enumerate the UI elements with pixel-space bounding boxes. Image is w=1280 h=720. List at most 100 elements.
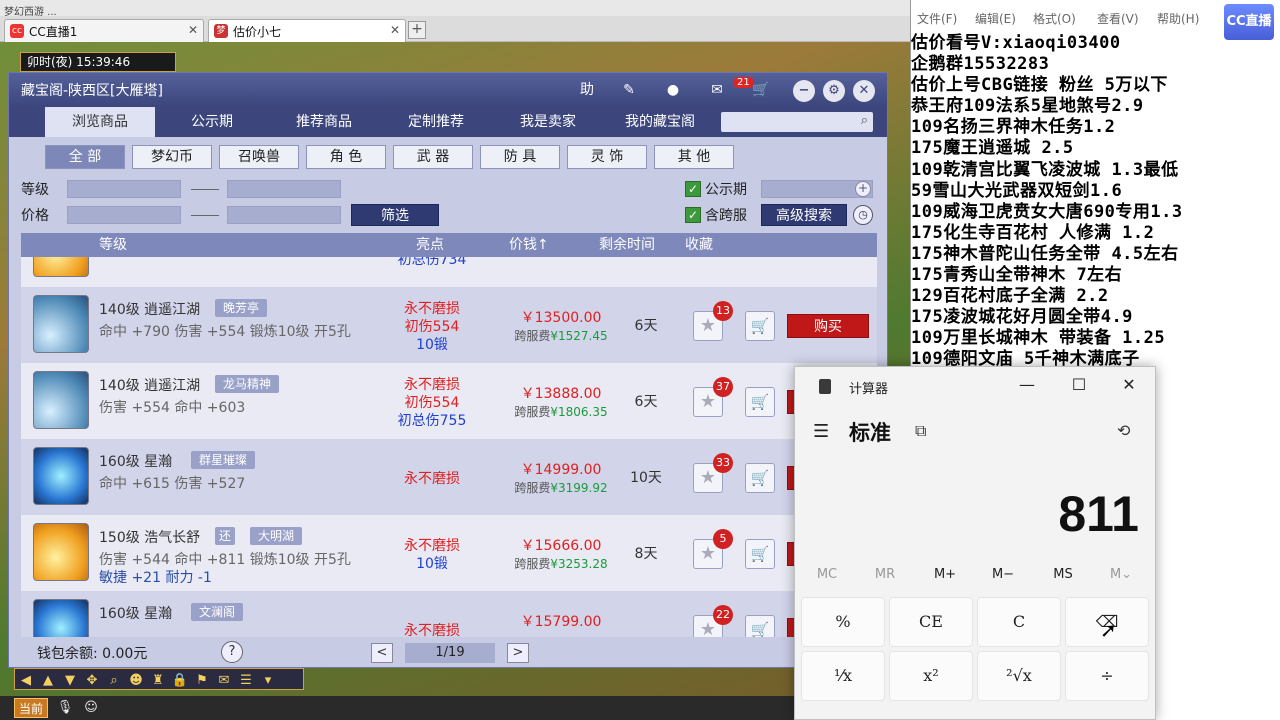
item-thumbnail[interactable] (33, 257, 89, 277)
sqrt-key[interactable]: ²√x (977, 651, 1061, 701)
cat-other[interactable]: 其 他 (654, 145, 734, 169)
flag-icon[interactable]: ⚑ (191, 671, 213, 691)
cart-icon[interactable]: 🛒 (745, 311, 775, 341)
item-thumbnail[interactable] (33, 295, 89, 353)
minimize-icon[interactable]: — (1015, 373, 1039, 397)
price-min-input[interactable] (67, 206, 181, 224)
reciprocal-key[interactable]: ¹⁄x (801, 651, 885, 701)
close-button[interactable]: ✕ (853, 80, 875, 102)
cross-server-checkbox[interactable]: ✓ (685, 207, 701, 223)
percent-key[interactable]: % (801, 597, 885, 647)
current-channel[interactable]: 当前 (14, 698, 49, 718)
list-icon[interactable]: ☰ (235, 671, 257, 691)
tab-public[interactable]: 公示期 (157, 107, 267, 137)
memory-list-button[interactable]: M⌄ (1091, 567, 1151, 582)
cat-all[interactable]: 全 部 (45, 145, 125, 169)
search-input[interactable]: ⌕ (721, 112, 873, 132)
edit-icon[interactable]: ✎ (617, 79, 641, 101)
menu-edit[interactable]: 编辑(E) (975, 10, 1016, 27)
clock-icon[interactable]: ◷ (853, 205, 873, 225)
tab-seller[interactable]: 我是卖家 (493, 107, 603, 137)
table-row[interactable]: 160级 星瀚 文澜阁 永不磨损 ￥15799.00 ★ 22 🛒 (21, 591, 877, 637)
memory-clear-button[interactable]: MC (797, 567, 857, 582)
emoji-icon[interactable]: ☺ (80, 698, 102, 718)
arrow-left-icon[interactable]: ◀ (15, 671, 37, 691)
cart-icon[interactable]: 🛒 (745, 615, 775, 637)
menu-view[interactable]: 查看(V) (1097, 10, 1139, 27)
keep-on-top-icon[interactable]: ⧉ (915, 421, 926, 441)
close-icon[interactable]: ✕ (390, 23, 400, 37)
memory-recall-button[interactable]: MR (855, 567, 915, 582)
cart-icon[interactable]: 🛒 (749, 79, 773, 101)
cat-pets[interactable]: 召唤兽 (219, 145, 299, 169)
col-price[interactable]: 价钱↑ (509, 233, 549, 257)
clear-entry-key[interactable]: CE (889, 597, 973, 647)
arrow-up-icon[interactable]: ▲ (37, 671, 59, 691)
move-icon[interactable]: ✥ (81, 671, 103, 691)
clear-key[interactable]: C (977, 597, 1061, 647)
tab-custom[interactable]: 定制推荐 (381, 107, 491, 137)
menu-file[interactable]: 文件(F) (917, 10, 957, 27)
square-key[interactable]: x² (889, 651, 973, 701)
menu-help[interactable]: 帮助(H) (1157, 10, 1199, 27)
help-button[interactable]: 助 (575, 79, 599, 101)
filter-button[interactable]: 筛选 (351, 204, 439, 226)
cart-icon[interactable]: 🛒 (745, 387, 775, 417)
tab-my-cbg[interactable]: 我的藏宝阁 (605, 107, 715, 137)
item-thumbnail[interactable] (33, 371, 89, 429)
close-icon[interactable]: ✕ (1117, 373, 1141, 397)
cart-icon[interactable]: 🛒 (745, 463, 775, 493)
table-row[interactable]: 伤害 +559 命中 +600 锻炼3级初伤589初总伤734跨服费¥3039.… (21, 257, 877, 287)
history-icon[interactable]: ⟲ (1117, 421, 1130, 440)
close-icon[interactable]: ✕ (188, 23, 198, 37)
tab-cc-live[interactable]: cc CC直播1 ✕ (4, 19, 204, 42)
advanced-search-button[interactable]: 高级搜索 (761, 204, 847, 226)
help-icon[interactable]: ? (221, 641, 243, 663)
more-icon[interactable]: ▾ (257, 671, 279, 691)
prev-page-button[interactable]: < (371, 643, 393, 663)
table-row[interactable]: 150级 浩气长舒还大明湖 伤害 +544 命中 +811 锻炼10级 开5孔 敏捷… (21, 515, 877, 591)
next-page-button[interactable]: > (507, 643, 529, 663)
level-min-input[interactable] (67, 180, 181, 198)
item-thumbnail[interactable] (33, 599, 89, 637)
buy-button[interactable]: 购买 (787, 314, 869, 338)
col-remaining[interactable]: 剩余时间 (599, 233, 655, 257)
new-tab-button[interactable]: + (408, 21, 426, 39)
settings-gear-icon[interactable]: ⚙ (823, 80, 845, 102)
message-icon[interactable]: ✉ (705, 79, 729, 101)
cat-currency[interactable]: 梦幻币 (132, 145, 212, 169)
cart-icon[interactable]: 🛒 (745, 539, 775, 569)
arrow-down-icon[interactable]: ▼ (59, 671, 81, 691)
cat-weapons[interactable]: 武 器 (393, 145, 473, 169)
public-checkbox[interactable]: ✓ (685, 181, 701, 197)
level-max-input[interactable] (227, 180, 341, 198)
record-icon[interactable]: ● (661, 79, 685, 101)
item-thumbnail[interactable] (33, 447, 89, 505)
memory-store-button[interactable]: MS (1033, 567, 1093, 582)
memory-add-button[interactable]: M+ (915, 567, 975, 582)
chat-icon[interactable]: ✉ (213, 671, 235, 691)
tab-recommend[interactable]: 推荐商品 (269, 107, 379, 137)
search-icon[interactable]: ⌕ (103, 671, 125, 691)
group-icon[interactable]: ♜ (147, 671, 169, 691)
cat-armor[interactable]: 防 具 (480, 145, 560, 169)
plus-icon[interactable]: + (855, 181, 871, 197)
item-thumbnail[interactable] (33, 523, 89, 581)
lock-icon[interactable]: 🔒 (169, 671, 191, 691)
menu-format[interactable]: 格式(O) (1033, 10, 1076, 27)
cat-roles[interactable]: 角 色 (306, 145, 386, 169)
cat-accessory[interactable]: 灵 饰 (567, 145, 647, 169)
table-row[interactable]: 140级 逍遥江湖 晚芳亭 命中 +790 伤害 +554 锻炼10级 开5孔 永不磨… (21, 287, 877, 363)
minimize-button[interactable]: − (793, 80, 815, 102)
table-row[interactable]: 140级 逍遥江湖 龙马精神 伤害 +554 命中 +603 永不磨损 初伤554 初总伤… (21, 363, 877, 439)
col-level[interactable]: 等级 (99, 233, 127, 257)
tab-estimate[interactable]: 梦 估价小七 ✕ (208, 19, 406, 42)
price-max-input[interactable] (227, 206, 341, 224)
microphone-icon[interactable]: 🎙 (54, 698, 76, 718)
table-row[interactable]: 160级 星瀚 群星璀璨 命中 +615 伤害 +527 永不磨损 ￥14999.00 跨… (21, 439, 877, 515)
maximize-icon[interactable]: ☐ (1067, 373, 1091, 397)
person-icon[interactable]: ☻ (125, 671, 147, 691)
memory-subtract-button[interactable]: M− (973, 567, 1033, 582)
tab-browse[interactable]: 浏览商品 (45, 107, 155, 137)
hamburger-menu-icon[interactable]: ☰ (813, 421, 829, 442)
